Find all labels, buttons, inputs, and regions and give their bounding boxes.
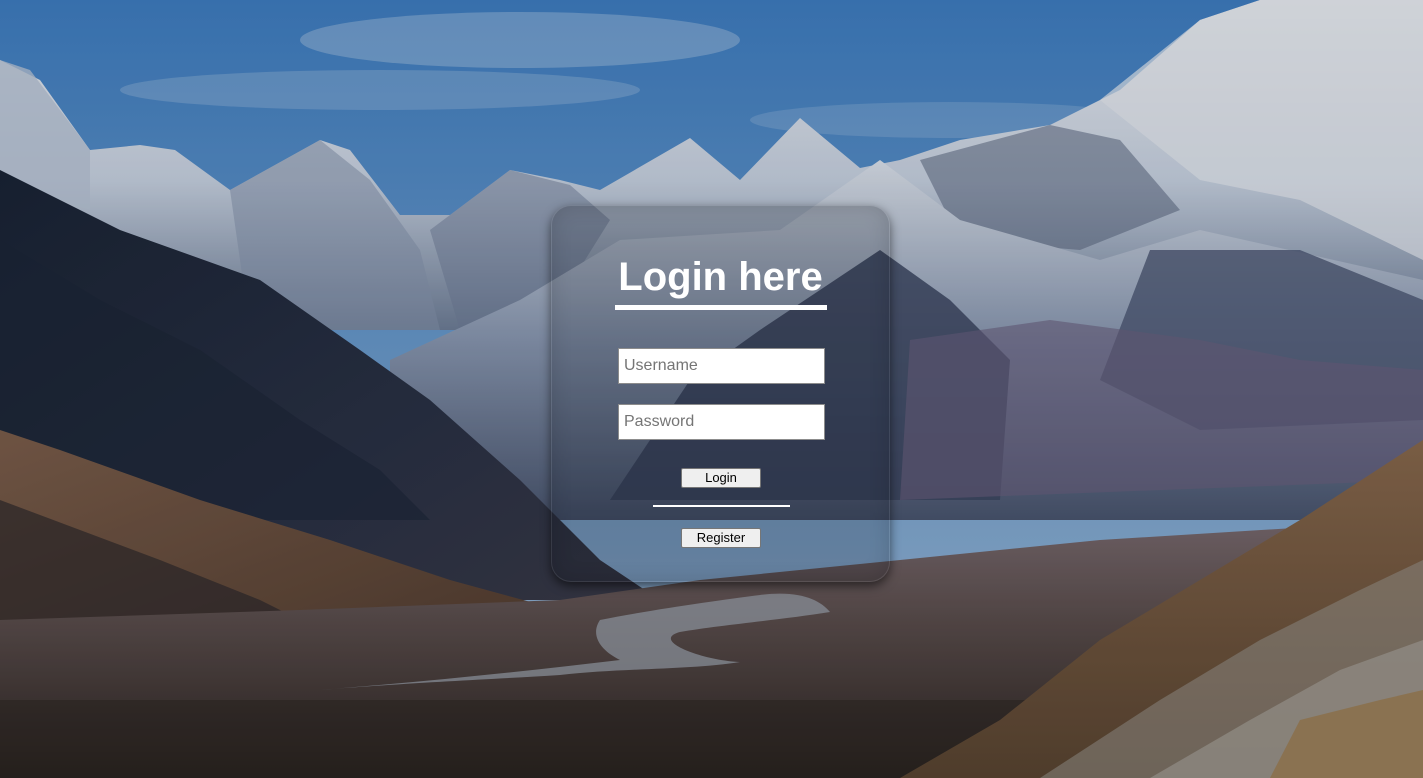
login-title: Login here — [618, 255, 823, 299]
register-button[interactable]: Register — [681, 528, 761, 548]
title-underline — [615, 305, 827, 310]
password-input[interactable] — [618, 404, 825, 440]
login-button[interactable]: Login — [681, 468, 761, 488]
username-input[interactable] — [618, 348, 825, 384]
divider — [653, 505, 790, 507]
login-card: Login here Login Register — [551, 205, 890, 582]
